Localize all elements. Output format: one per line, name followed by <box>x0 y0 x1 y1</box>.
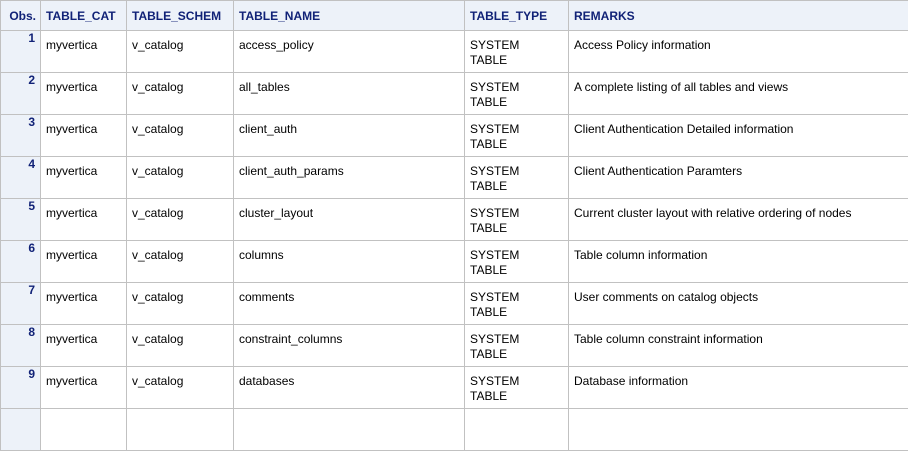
table-name-cell: access_policy <box>234 31 465 73</box>
table-type-line-1: SYSTEM <box>470 332 568 347</box>
obs-cell: 6 <box>1 241 41 283</box>
column-header-table-schem: TABLE_SCHEM <box>127 1 234 31</box>
table-row: 2 myvertica v_catalog all_tables SYSTEMT… <box>1 73 908 115</box>
obs-cell: 3 <box>1 115 41 157</box>
table-type-cell: SYSTEMTABLE <box>465 241 569 283</box>
table-row: 1 myvertica v_catalog access_policy SYST… <box>1 31 908 73</box>
remarks-cell: A complete listing of all tables and vie… <box>569 73 908 115</box>
table-schem-cell: v_catalog <box>127 31 234 73</box>
obs-cell: 7 <box>1 283 41 325</box>
table-type-line-2: TABLE <box>470 179 568 194</box>
table-row <box>1 409 908 451</box>
table-schem-cell: v_catalog <box>127 115 234 157</box>
remarks-cell: Table column information <box>569 241 908 283</box>
obs-cell: 1 <box>1 31 41 73</box>
table-type-line-1: SYSTEM <box>470 80 568 95</box>
results-table: Obs. TABLE_CAT TABLE_SCHEM TABLE_NAME TA… <box>0 0 908 451</box>
table-type-line-2: TABLE <box>470 53 568 68</box>
table-type-cell: SYSTEMTABLE <box>465 283 569 325</box>
table-type-cell: SYSTEMTABLE <box>465 325 569 367</box>
table-name-cell: client_auth <box>234 115 465 157</box>
obs-cell: 9 <box>1 367 41 409</box>
table-name-cell: constraint_columns <box>234 325 465 367</box>
table-type-line-2: TABLE <box>470 221 568 236</box>
table-type-line-2: TABLE <box>470 263 568 278</box>
table-name-cell <box>234 409 465 451</box>
obs-cell: 4 <box>1 157 41 199</box>
table-type-line-2: TABLE <box>470 305 568 320</box>
table-type-line-2: TABLE <box>470 95 568 110</box>
table-cat-cell: myvertica <box>41 199 127 241</box>
column-header-table-type: TABLE_TYPE <box>465 1 569 31</box>
table-type-line-1: SYSTEM <box>470 122 568 137</box>
table-type-line-1: SYSTEM <box>470 374 568 389</box>
obs-cell: 8 <box>1 325 41 367</box>
obs-cell: 5 <box>1 199 41 241</box>
table-type-cell: SYSTEMTABLE <box>465 199 569 241</box>
table-type-line-2: TABLE <box>470 389 568 404</box>
table-row: 3 myvertica v_catalog client_auth SYSTEM… <box>1 115 908 157</box>
table-schem-cell: v_catalog <box>127 241 234 283</box>
remarks-cell: Client Authentication Detailed informati… <box>569 115 908 157</box>
table-cat-cell <box>41 409 127 451</box>
header-row: Obs. TABLE_CAT TABLE_SCHEM TABLE_NAME TA… <box>1 1 908 31</box>
table-type-cell: SYSTEMTABLE <box>465 73 569 115</box>
remarks-cell: Client Authentication Paramters <box>569 157 908 199</box>
table-type-line-2: TABLE <box>470 137 568 152</box>
remarks-cell: Table column constraint information <box>569 325 908 367</box>
table-cat-cell: myvertica <box>41 73 127 115</box>
table-name-cell: comments <box>234 283 465 325</box>
table-name-cell: cluster_layout <box>234 199 465 241</box>
table-schem-cell <box>127 409 234 451</box>
table-cat-cell: myvertica <box>41 283 127 325</box>
table-schem-cell: v_catalog <box>127 325 234 367</box>
obs-cell: 2 <box>1 73 41 115</box>
table-schem-cell: v_catalog <box>127 367 234 409</box>
table-row: 9 myvertica v_catalog databases SYSTEMTA… <box>1 367 908 409</box>
remarks-cell: Database information <box>569 367 908 409</box>
remarks-cell: Access Policy information <box>569 31 908 73</box>
remarks-cell: Current cluster layout with relative ord… <box>569 199 908 241</box>
column-header-remarks: REMARKS <box>569 1 908 31</box>
table-type-line-1: SYSTEM <box>470 38 568 53</box>
table-type-line-1: SYSTEM <box>470 164 568 179</box>
table-type-cell: SYSTEMTABLE <box>465 115 569 157</box>
table-cat-cell: myvertica <box>41 367 127 409</box>
table-type-line-1: SYSTEM <box>470 248 568 263</box>
table-type-cell: SYSTEMTABLE <box>465 157 569 199</box>
table-cat-cell: myvertica <box>41 325 127 367</box>
table-schem-cell: v_catalog <box>127 73 234 115</box>
table-name-cell: databases <box>234 367 465 409</box>
table-name-cell: all_tables <box>234 73 465 115</box>
table-schem-cell: v_catalog <box>127 157 234 199</box>
obs-cell <box>1 409 41 451</box>
table-row: 7 myvertica v_catalog comments SYSTEMTAB… <box>1 283 908 325</box>
table-type-line-1: SYSTEM <box>470 206 568 221</box>
remarks-cell <box>569 409 908 451</box>
table-name-cell: columns <box>234 241 465 283</box>
column-header-table-cat: TABLE_CAT <box>41 1 127 31</box>
table-type-line-2: TABLE <box>470 347 568 362</box>
table-cat-cell: myvertica <box>41 115 127 157</box>
remarks-cell: User comments on catalog objects <box>569 283 908 325</box>
table-row: 5 myvertica v_catalog cluster_layout SYS… <box>1 199 908 241</box>
table-name-cell: client_auth_params <box>234 157 465 199</box>
table-row: 4 myvertica v_catalog client_auth_params… <box>1 157 908 199</box>
column-header-obs: Obs. <box>1 1 41 31</box>
table-schem-cell: v_catalog <box>127 283 234 325</box>
table-type-cell <box>465 409 569 451</box>
table-type-line-1: SYSTEM <box>470 290 568 305</box>
table-cat-cell: myvertica <box>41 241 127 283</box>
table-row: 6 myvertica v_catalog columns SYSTEMTABL… <box>1 241 908 283</box>
table-type-cell: SYSTEMTABLE <box>465 367 569 409</box>
table-cat-cell: myvertica <box>41 31 127 73</box>
table-row: 8 myvertica v_catalog constraint_columns… <box>1 325 908 367</box>
table-cat-cell: myvertica <box>41 157 127 199</box>
table-type-cell: SYSTEMTABLE <box>465 31 569 73</box>
table-schem-cell: v_catalog <box>127 199 234 241</box>
column-header-table-name: TABLE_NAME <box>234 1 465 31</box>
